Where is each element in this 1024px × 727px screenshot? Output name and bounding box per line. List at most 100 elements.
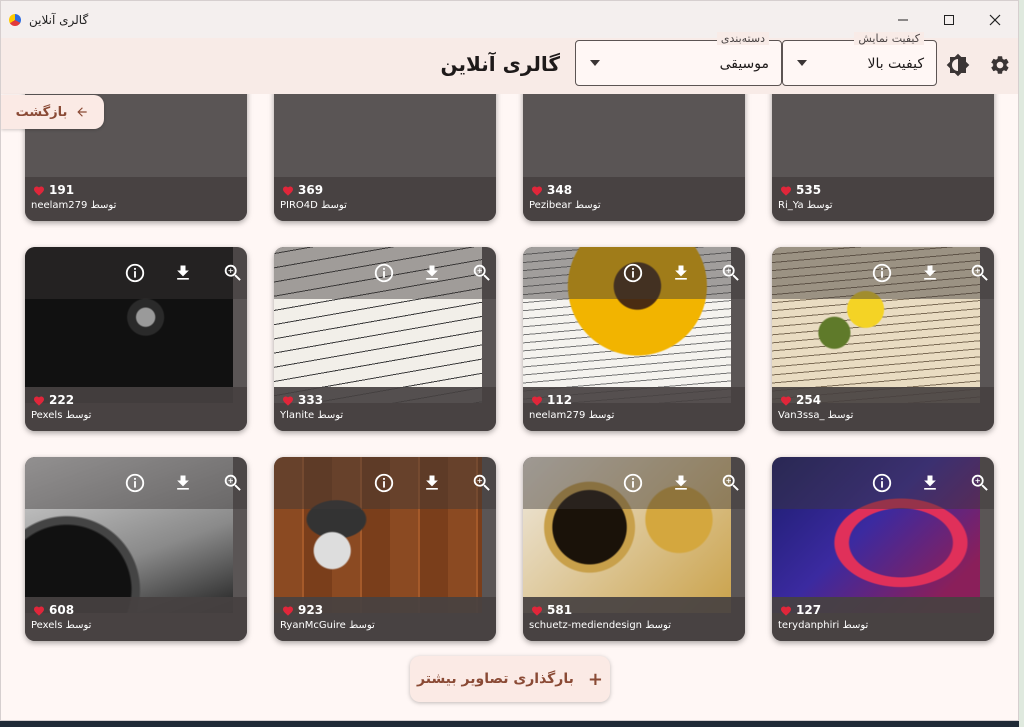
maximize-button[interactable] bbox=[926, 1, 972, 38]
card-footer: 191 neelam279 توسط bbox=[25, 177, 247, 221]
likes-count: 333 bbox=[282, 393, 323, 407]
download-button[interactable] bbox=[171, 261, 195, 285]
download-button[interactable] bbox=[171, 471, 195, 495]
card-footer: 112 neelam279 توسط bbox=[523, 387, 745, 431]
info-button[interactable] bbox=[123, 261, 147, 285]
brightness-icon bbox=[946, 53, 970, 77]
likes-value: 581 bbox=[547, 603, 573, 617]
settings-button[interactable] bbox=[986, 51, 1014, 79]
heart-icon bbox=[532, 186, 542, 196]
download-button[interactable] bbox=[420, 471, 444, 495]
zoom-in-icon bbox=[722, 264, 739, 281]
gallery-card[interactable]: 608 Pexels توسط bbox=[25, 457, 247, 641]
info-icon bbox=[623, 473, 643, 493]
gallery-card[interactable]: 254 Van3ssa_ توسط bbox=[772, 247, 994, 431]
heart-icon bbox=[781, 186, 791, 196]
load-more-label: بارگذاری تصاویر بیشتر bbox=[417, 671, 574, 687]
download-button[interactable] bbox=[420, 261, 444, 285]
card-footer: 348 Pezibear توسط bbox=[523, 177, 745, 221]
author-credit: Pexels توسط bbox=[31, 410, 92, 421]
card-toolbar bbox=[274, 247, 496, 299]
likes-value: 369 bbox=[298, 183, 324, 197]
likes-value: 923 bbox=[298, 603, 324, 617]
back-label: بازگشت bbox=[15, 104, 68, 120]
quality-dropdown[interactable]: کیفیت نمایش کیفیت بالا bbox=[782, 32, 937, 86]
card-footer: 581 schuetz-mediendesign توسط bbox=[523, 597, 745, 641]
likes-count: 923 bbox=[282, 603, 323, 617]
download-icon bbox=[426, 475, 438, 490]
load-more-button[interactable]: بارگذاری تصاویر بیشتر + bbox=[410, 656, 610, 702]
download-button[interactable] bbox=[918, 261, 942, 285]
zoom-button[interactable] bbox=[470, 471, 494, 495]
minimize-icon bbox=[898, 19, 908, 20]
gallery-card[interactable]: 127 terydanphiri توسط bbox=[772, 457, 994, 641]
heart-icon bbox=[34, 606, 44, 616]
zoom-button[interactable] bbox=[221, 471, 245, 495]
card-toolbar bbox=[274, 457, 496, 509]
info-button[interactable] bbox=[870, 261, 894, 285]
likes-count: 112 bbox=[531, 393, 572, 407]
likes-count: 191 bbox=[33, 183, 74, 197]
likes-count: 254 bbox=[780, 393, 821, 407]
close-button[interactable] bbox=[972, 1, 1018, 38]
zoom-button[interactable] bbox=[719, 471, 743, 495]
zoom-button[interactable] bbox=[470, 261, 494, 285]
info-icon bbox=[374, 263, 394, 283]
info-button[interactable] bbox=[372, 261, 396, 285]
likes-value: 608 bbox=[49, 603, 75, 617]
theme-toggle-button[interactable] bbox=[944, 51, 972, 79]
info-icon bbox=[125, 473, 145, 493]
gallery-card[interactable]: 222 Pexels توسط bbox=[25, 247, 247, 431]
page-title: گالری آنلاین bbox=[440, 52, 560, 76]
author-credit: PIRO4D توسط bbox=[280, 200, 347, 211]
info-button[interactable] bbox=[870, 471, 894, 495]
info-icon bbox=[125, 263, 145, 283]
author-credit: neelam279 توسط bbox=[31, 200, 117, 211]
author-credit: Pezibear توسط bbox=[529, 200, 601, 211]
category-dropdown[interactable]: دسته‌بندی موسیقی bbox=[575, 32, 782, 86]
download-button[interactable] bbox=[669, 261, 693, 285]
quality-dropdown-value: کیفیت بالا bbox=[867, 56, 924, 72]
info-button[interactable] bbox=[123, 471, 147, 495]
author-credit: terydanphiri توسط bbox=[778, 620, 869, 631]
background-window-edge bbox=[1019, 0, 1024, 727]
likes-value: 333 bbox=[298, 393, 324, 407]
gallery-card[interactable]: 581 schuetz-mediendesign توسط bbox=[523, 457, 745, 641]
quality-dropdown-label: کیفیت نمایش bbox=[854, 32, 924, 45]
info-button[interactable] bbox=[621, 261, 645, 285]
likes-value: 191 bbox=[49, 183, 75, 197]
zoom-in-icon bbox=[722, 474, 739, 491]
download-button[interactable] bbox=[669, 471, 693, 495]
gallery-card[interactable]: 369 PIRO4D توسط bbox=[274, 94, 496, 221]
category-dropdown-value: موسیقی bbox=[719, 56, 769, 72]
zoom-in-icon bbox=[224, 264, 241, 281]
maximize-icon bbox=[944, 14, 954, 25]
zoom-in-icon bbox=[224, 474, 241, 491]
zoom-in-icon bbox=[971, 264, 988, 281]
download-button[interactable] bbox=[918, 471, 942, 495]
download-icon bbox=[675, 265, 687, 280]
author-credit: RyanMcGuire توسط bbox=[280, 620, 375, 631]
gallery-card[interactable]: 923 RyanMcGuire توسط bbox=[274, 457, 496, 641]
category-dropdown-label: دسته‌بندی bbox=[716, 32, 769, 45]
back-button[interactable]: بازگشت bbox=[1, 95, 104, 129]
likes-count: 222 bbox=[33, 393, 74, 407]
gallery-card[interactable]: 348 Pezibear توسط bbox=[523, 94, 745, 221]
gallery-card[interactable]: 535 Ri_Ya توسط bbox=[772, 94, 994, 221]
dropdown-arrow-icon bbox=[590, 60, 600, 66]
zoom-button[interactable] bbox=[221, 261, 245, 285]
author-credit: Van3ssa_ توسط bbox=[778, 410, 854, 421]
info-button[interactable] bbox=[621, 471, 645, 495]
plus-icon: + bbox=[587, 668, 603, 690]
download-icon bbox=[177, 265, 189, 280]
gallery-card[interactable]: 112 neelam279 توسط bbox=[523, 247, 745, 431]
likes-value: 348 bbox=[547, 183, 573, 197]
zoom-button[interactable] bbox=[719, 261, 743, 285]
heart-icon bbox=[34, 186, 44, 196]
zoom-button[interactable] bbox=[968, 261, 992, 285]
zoom-button[interactable] bbox=[968, 471, 992, 495]
info-button[interactable] bbox=[372, 471, 396, 495]
card-footer: 923 RyanMcGuire توسط bbox=[274, 597, 496, 641]
gallery-card[interactable]: 333 Ylanite توسط bbox=[274, 247, 496, 431]
app-bar: کیفیت نمایش کیفیت بالا دسته‌بندی موسیقی … bbox=[1, 32, 1018, 94]
